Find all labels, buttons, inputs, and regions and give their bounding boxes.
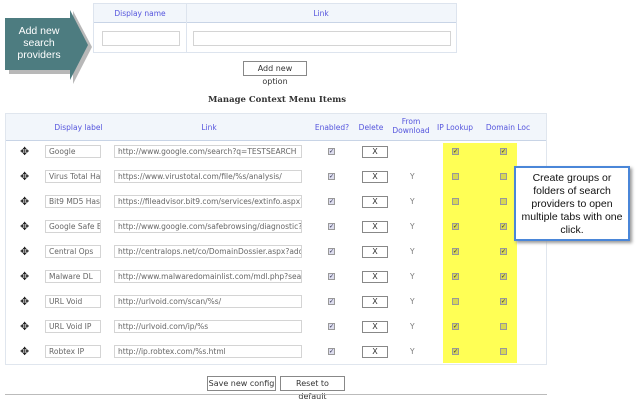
from-download-value: Y <box>410 222 415 231</box>
ip-lookup-checkbox[interactable]: ✓ <box>452 273 459 280</box>
ip-lookup-checkbox[interactable]: ✓ <box>452 248 459 255</box>
header-domain-lookup: Domain Loc <box>485 123 531 132</box>
enabled-checkbox[interactable]: ✓ <box>328 323 335 330</box>
link-input[interactable] <box>193 31 451 46</box>
enabled-checkbox[interactable]: ✓ <box>328 148 335 155</box>
display-label-input[interactable]: Central Ops <box>45 245 101 258</box>
enabled-checkbox[interactable]: ✓ <box>328 223 335 230</box>
enabled-checkbox[interactable]: ✓ <box>328 298 335 305</box>
drag-handle-icon[interactable]: ✥ <box>20 146 29 157</box>
ip-lookup-checkbox[interactable]: ✓ <box>452 223 459 230</box>
display-label-input[interactable]: Malware DL <box>45 270 101 283</box>
domain-lookup-checkbox[interactable]: ✓ <box>500 273 507 280</box>
display-label-input[interactable]: Google <box>45 145 101 158</box>
enabled-checkbox[interactable]: ✓ <box>328 248 335 255</box>
delete-button[interactable]: X <box>362 221 388 233</box>
header-link: Link <box>201 123 217 132</box>
domain-lookup-checkbox[interactable] <box>500 323 507 330</box>
link-input[interactable]: http://centralops.net/co/DomainDossier.a… <box>114 245 302 258</box>
domain-lookup-checkbox[interactable]: ✓ <box>500 148 507 155</box>
delete-button[interactable]: X <box>362 296 388 308</box>
link-input[interactable]: http://urlvoid.com/ip/%s <box>114 320 302 333</box>
header-display-label: Display label <box>54 123 103 132</box>
domain-lookup-checkbox[interactable]: ✓ <box>500 298 507 305</box>
save-config-button[interactable]: Save new config <box>207 376 276 391</box>
display-label-input[interactable]: Google Safe B <box>45 220 101 233</box>
ip-lookup-checkbox[interactable] <box>452 298 459 305</box>
drag-handle-icon[interactable]: ✥ <box>20 346 29 357</box>
domain-lookup-checkbox[interactable] <box>500 173 507 180</box>
from-download-value: Y <box>410 322 415 331</box>
link-input[interactable]: http://urlvoid.com/scan/%s/ <box>114 295 302 308</box>
enabled-checkbox[interactable]: ✓ <box>328 198 335 205</box>
header-enabled: Enabled? <box>314 123 350 132</box>
link-input[interactable]: http://www.google.com/safebrowsing/diagn… <box>114 220 302 233</box>
drag-handle-icon[interactable]: ✥ <box>20 246 29 257</box>
display-label-input[interactable]: Robtex IP <box>45 345 101 358</box>
ip-lookup-checkbox[interactable] <box>452 173 459 180</box>
delete-button[interactable]: X <box>362 271 388 283</box>
from-download-value: Y <box>410 297 415 306</box>
from-download-value: Y <box>410 172 415 181</box>
link-input[interactable]: https://fileadvisor.bit9.com/services/ex… <box>114 195 302 208</box>
display-name-input[interactable] <box>102 31 180 46</box>
display-label-input[interactable]: URL Void <box>45 295 101 308</box>
add-new-option-button[interactable]: Add new option <box>243 61 307 86</box>
drag-handle-icon[interactable]: ✥ <box>20 196 29 207</box>
link-input[interactable]: https://www.virustotal.com/file/%s/analy… <box>114 170 302 183</box>
enabled-checkbox[interactable]: ✓ <box>328 348 335 355</box>
callout-arrow-text: Add new search providers <box>17 25 61 61</box>
domain-lookup-checkbox[interactable]: ✓ <box>500 248 507 255</box>
link-input[interactable]: http://www.google.com/search?q=TESTSEARC… <box>114 145 302 158</box>
header-ip-lookup: IP Lookup <box>437 123 473 132</box>
header-link: Link <box>313 9 329 18</box>
drag-handle-icon[interactable]: ✥ <box>20 321 29 332</box>
ip-lookup-checkbox[interactable]: ✓ <box>452 148 459 155</box>
domain-lookup-checkbox[interactable] <box>500 348 507 355</box>
add-provider-form: Display name Link <box>93 3 457 53</box>
from-download-value: Y <box>410 197 415 206</box>
delete-button[interactable]: X <box>362 321 388 333</box>
ip-lookup-checkbox[interactable] <box>452 198 459 205</box>
from-download-value: Y <box>410 272 415 281</box>
ip-lookup-checkbox[interactable]: ✓ <box>452 323 459 330</box>
reset-default-button[interactable]: Reset to default <box>280 376 345 401</box>
header-delete: Delete <box>358 123 384 132</box>
delete-button[interactable]: X <box>362 246 388 258</box>
from-download-value: Y <box>410 347 415 356</box>
display-label-input[interactable]: Virus Total Ha <box>45 170 101 183</box>
drag-handle-icon[interactable]: ✥ <box>20 271 29 282</box>
link-input[interactable]: http://www.malwaredomainlist.com/mdl.php… <box>114 270 302 283</box>
divider <box>5 394 547 395</box>
page-title: Manage Context Menu Items <box>207 95 347 105</box>
context-menu-table: Display label Link Enabled? Delete From … <box>5 113 547 365</box>
drag-handle-icon[interactable]: ✥ <box>20 221 29 232</box>
delete-button[interactable]: X <box>362 196 388 208</box>
delete-button[interactable]: X <box>362 146 388 158</box>
delete-button[interactable]: X <box>362 346 388 358</box>
ip-lookup-checkbox[interactable]: ✓ <box>452 348 459 355</box>
delete-button[interactable]: X <box>362 171 388 183</box>
domain-lookup-checkbox[interactable] <box>500 198 507 205</box>
from-download-value: Y <box>410 247 415 256</box>
drag-handle-icon[interactable]: ✥ <box>20 171 29 182</box>
header-display-name: Display name <box>114 9 166 18</box>
enabled-checkbox[interactable]: ✓ <box>328 173 335 180</box>
enabled-checkbox[interactable]: ✓ <box>328 273 335 280</box>
display-label-input[interactable]: Bit9 MD5 Hasl <box>45 195 101 208</box>
link-input[interactable]: http://ip.robtex.com/%s.html <box>114 345 302 358</box>
callout-box: Create groups or folders of search provi… <box>514 166 630 241</box>
header-from-download: From Download <box>392 117 430 135</box>
drag-handle-icon[interactable]: ✥ <box>20 296 29 307</box>
display-label-input[interactable]: URL Void IP <box>45 320 101 333</box>
domain-lookup-checkbox[interactable]: ✓ <box>500 223 507 230</box>
